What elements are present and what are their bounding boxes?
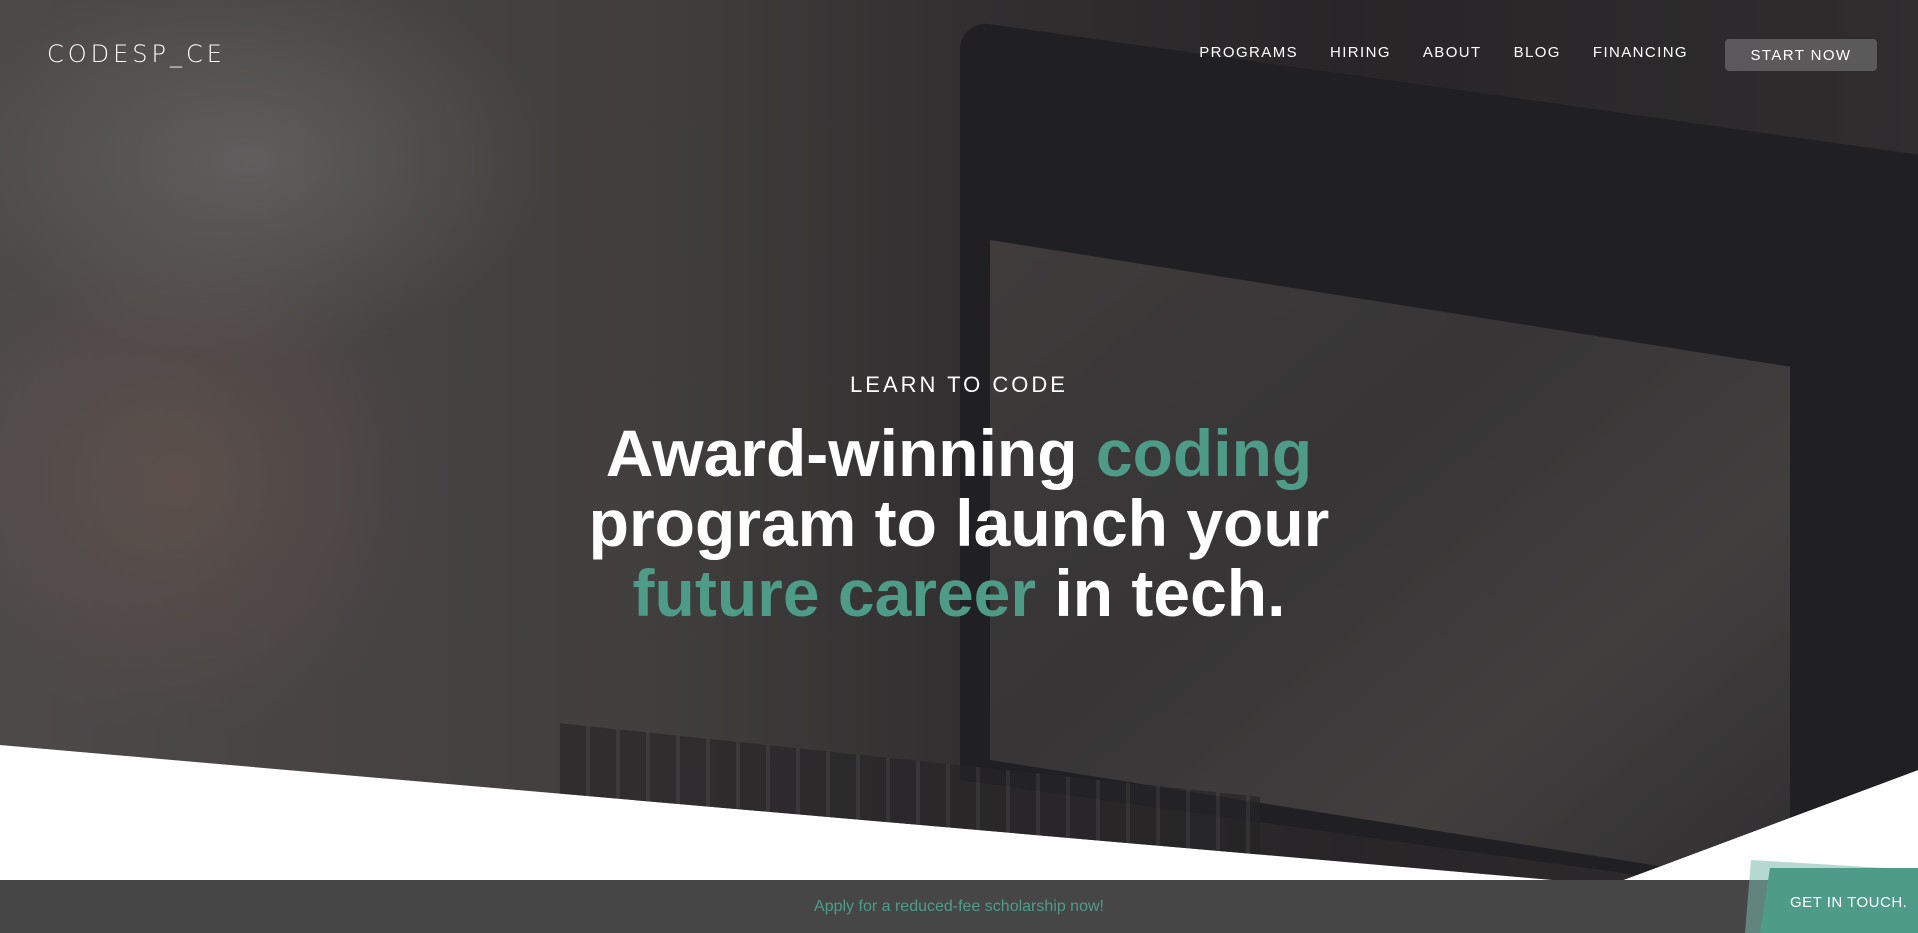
nav-item-about[interactable]: ABOUT <box>1423 44 1482 61</box>
start-now-button[interactable]: START NOW <box>1725 39 1877 71</box>
get-in-touch-label[interactable]: GET IN TOUCH. <box>1790 894 1907 911</box>
hero-headline: Award-winning coding program to launch y… <box>0 418 1918 628</box>
nav-item-programs[interactable]: PROGRAMS <box>1199 44 1298 61</box>
nav-item-blog[interactable]: BLOG <box>1514 44 1561 61</box>
headline-part-3: in tech. <box>1036 556 1286 630</box>
headline-accent-2: future career <box>632 556 1037 630</box>
hero-eyebrow: LEARN TO CODE <box>850 372 1068 397</box>
nav-item-hiring[interactable]: HIRING <box>1330 44 1391 61</box>
scholarship-banner-text[interactable]: Apply for a reduced-fee scholarship now! <box>0 898 1918 916</box>
headline-part-1: Award-winning <box>605 416 1096 490</box>
headline-part-2: program to launch your <box>588 486 1330 560</box>
headline-accent-1: coding <box>1095 416 1313 490</box>
codespace-logo[interactable]: CODESP_CE <box>47 40 226 68</box>
nav-links: PROGRAMS HIRING ABOUT BLOG FINANCING <box>1199 44 1688 61</box>
nav-item-financing[interactable]: FINANCING <box>1593 44 1688 61</box>
top-nav: CODESP_CE PROGRAMS HIRING ABOUT BLOG FIN… <box>0 0 1918 110</box>
